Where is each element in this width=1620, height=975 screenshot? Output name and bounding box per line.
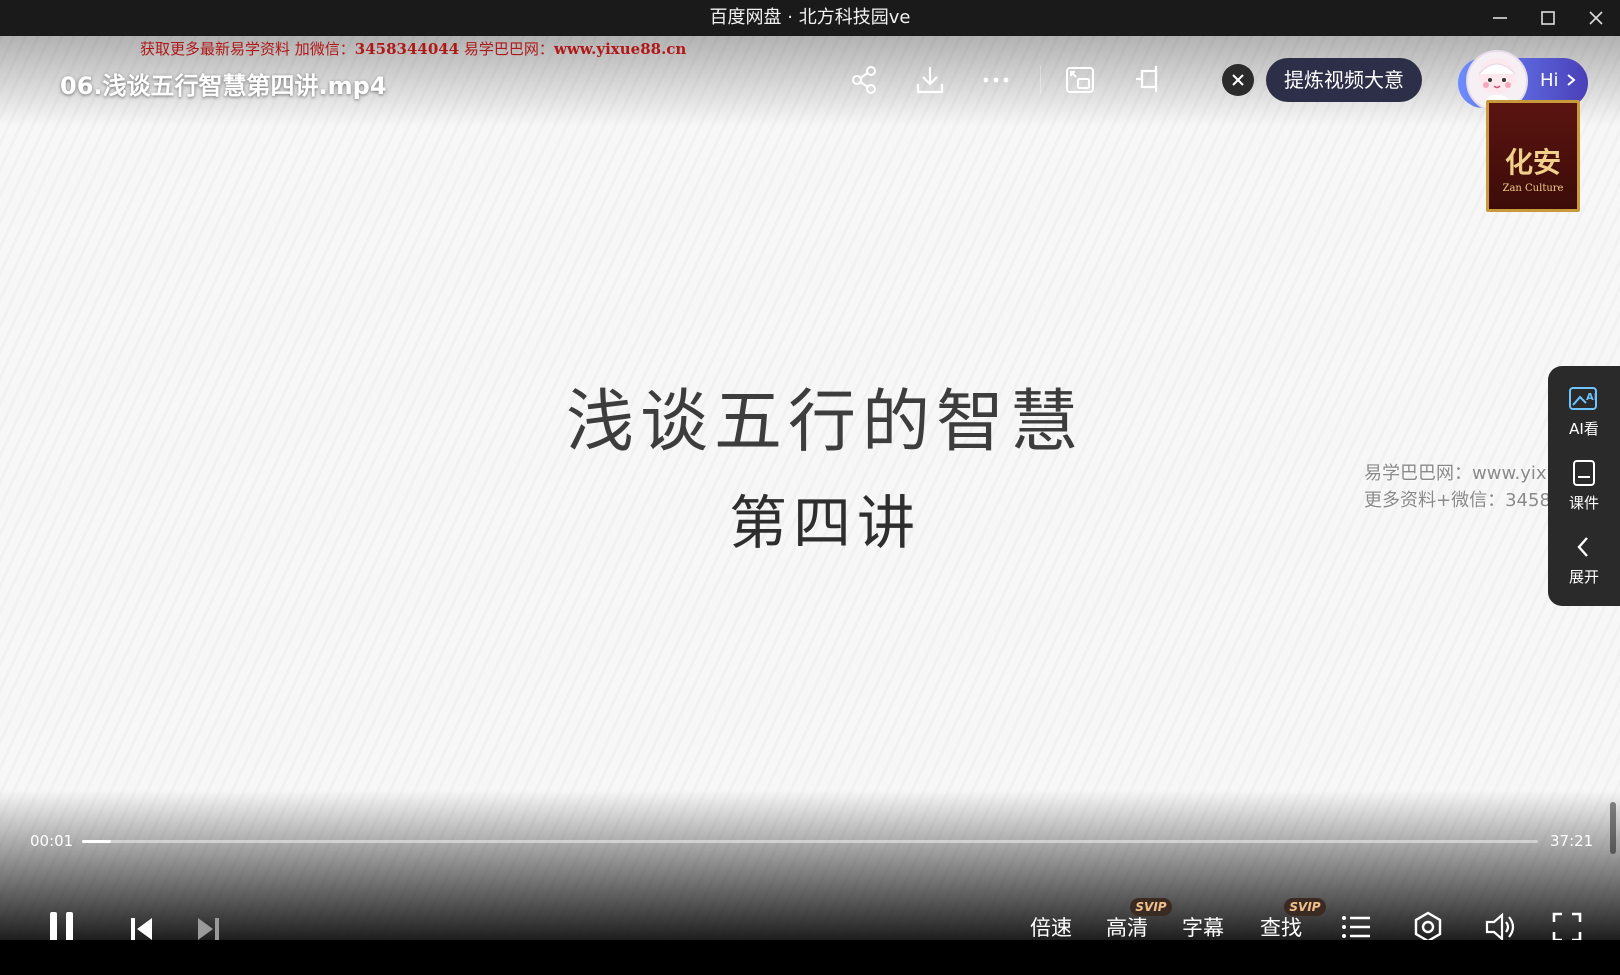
side-panel: AI AI看 课件 展开 (1548, 366, 1620, 606)
summarize-video-button[interactable]: 提炼视频大意 (1266, 58, 1422, 102)
skip-previous-icon (131, 918, 152, 940)
close-icon (1232, 74, 1244, 86)
chevron-right-icon (1567, 74, 1576, 86)
maximize-button[interactable] (1524, 0, 1572, 36)
download-button[interactable] (912, 62, 948, 98)
quality-button[interactable]: 高清 (1106, 912, 1148, 942)
minimize-button[interactable] (1476, 0, 1524, 36)
seal-subtitle: Zan Culture (1502, 183, 1564, 194)
close-icon (1589, 11, 1603, 25)
seal-characters: 化安 (1504, 146, 1561, 179)
more-button[interactable] (978, 62, 1014, 98)
skip-next-icon (198, 918, 219, 940)
side-item-courseware[interactable]: 课件 (1548, 458, 1620, 513)
assistant-greeting: Hi (1540, 70, 1559, 91)
search-button[interactable]: 查找 (1260, 912, 1302, 942)
share-button[interactable] (846, 62, 882, 98)
share-icon (852, 66, 876, 94)
chevron-left-icon (1577, 537, 1588, 557)
title-bar: 百度网盘 · 北方科技园ve (0, 0, 1620, 36)
side-item-label: 展开 (1568, 568, 1599, 586)
settings-icon (1414, 911, 1442, 943)
bottom-gradient (0, 790, 1620, 940)
top-watermark: 获取更多最新易学资料 加微信：3458344044 易学巴巴网：www.yixu… (140, 38, 686, 59)
close-window-button[interactable] (1572, 0, 1620, 36)
svg-text:AI: AI (1586, 392, 1597, 403)
subtitles-button[interactable]: 字幕 (1182, 912, 1224, 942)
volume-icon (1485, 912, 1515, 942)
download-icon (916, 67, 944, 94)
speed-button[interactable]: 倍速 (1030, 912, 1072, 942)
pin-icon (1136, 66, 1158, 92)
side-item-label: AI看 (1569, 420, 1599, 438)
close-summary-button[interactable] (1222, 64, 1254, 96)
progress-bar[interactable] (82, 840, 1538, 843)
watermark-prefix: 获取更多最新易学资料 加微信： (140, 40, 355, 58)
toolbar-divider (1040, 66, 1041, 94)
pip-icon (1066, 67, 1094, 93)
more-dots-icon (983, 77, 1009, 83)
pin-window-button[interactable] (1130, 62, 1166, 98)
side-item-label: 课件 (1568, 494, 1599, 512)
zan-culture-seal: 化安 Zan Culture (1486, 100, 1580, 212)
slide-title: 浅谈五行的智慧 (565, 383, 1084, 462)
svip-badge: SVIP (1130, 898, 1172, 916)
watermark-wechat: 3458344044 (354, 40, 460, 58)
picture-in-picture-button[interactable] (1062, 62, 1098, 98)
current-time: 00:01 (30, 832, 74, 850)
fullscreen-icon (1552, 912, 1582, 942)
watermark-site: www.yixue88.cn (553, 40, 687, 58)
window-title: 百度网盘 · 北方科技园ve (709, 7, 911, 28)
svip-badge: SVIP (1284, 898, 1326, 916)
courseware-icon (1573, 460, 1595, 486)
side-item-ai-watch[interactable]: AI AI看 (1548, 384, 1620, 439)
list-icon (1342, 916, 1370, 938)
side-item-expand[interactable]: 展开 (1548, 532, 1620, 587)
progress-fill (82, 840, 112, 843)
total-duration: 37:21 (1550, 832, 1594, 850)
ai-image-icon: AI (1569, 387, 1597, 410)
minimize-icon (1493, 17, 1507, 19)
maximize-icon (1541, 11, 1555, 25)
bottom-strip (0, 940, 1620, 975)
video-filename: 06.浅谈五行智慧第四讲.mp4 (60, 72, 387, 100)
watermark-middle: 易学巴巴网： (459, 40, 554, 58)
